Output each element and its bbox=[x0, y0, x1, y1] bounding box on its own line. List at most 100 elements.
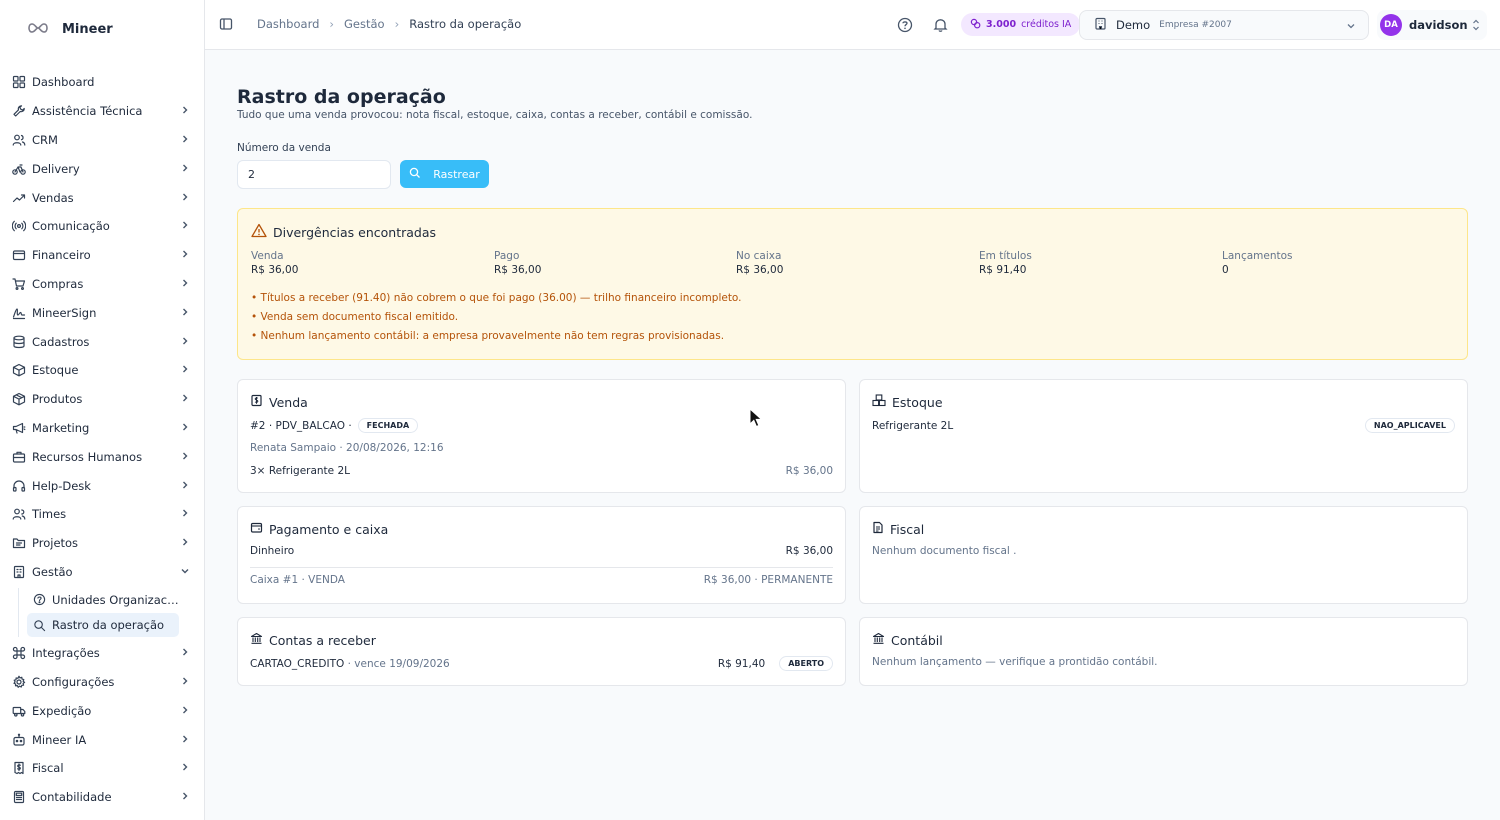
sidebar-item-label: Dashboard bbox=[32, 75, 95, 90]
sidebar-item-delivery[interactable]: Delivery bbox=[0, 154, 204, 183]
sidebar-item-dashboard[interactable]: Dashboard bbox=[0, 68, 204, 97]
brand-name: Mineer bbox=[62, 22, 113, 37]
receivable-row: CARTAO_CREDITO · vence 19/09/2026 R$ 91,… bbox=[250, 656, 833, 671]
sidebar-item-label: Times bbox=[32, 507, 67, 522]
accounting-text: Nenhum lançamento — verifique a prontidã… bbox=[872, 656, 1158, 668]
brand[interactable]: Mineer bbox=[26, 22, 113, 37]
card-pagamento: Pagamento e caixa Dinheiro R$ 36,00 Caix… bbox=[237, 506, 846, 604]
track-button[interactable]: Rastrear bbox=[400, 160, 489, 188]
breadcrumb-current: Rastro da operação bbox=[409, 17, 522, 31]
chevron-right-icon bbox=[180, 306, 190, 320]
chevron-right-icon bbox=[180, 335, 190, 349]
sidebar-item-mineersign[interactable]: MineerSign bbox=[0, 298, 204, 327]
company-selector[interactable]: Demo Empresa #2007 bbox=[1079, 10, 1369, 40]
sidebar-item-fiscal[interactable]: Fiscal bbox=[0, 754, 204, 783]
sidebar-item-financeiro[interactable]: Financeiro bbox=[0, 241, 204, 270]
wallet-icon bbox=[12, 248, 26, 262]
card-title-text: Estoque bbox=[892, 394, 943, 410]
bell-icon[interactable] bbox=[933, 17, 948, 36]
command-icon bbox=[12, 646, 26, 660]
sidebar-item-times[interactable]: Times bbox=[0, 500, 204, 529]
sidebar-toggle-icon[interactable] bbox=[219, 17, 233, 34]
chevron-right-icon bbox=[180, 536, 190, 550]
sale-item-value: R$ 36,00 bbox=[785, 465, 833, 477]
sidebar-item-mineer-ia[interactable]: Mineer IA bbox=[0, 725, 204, 754]
sidebar-nav: Dashboard Assistência Técnica CRM Delivery V… bbox=[0, 68, 204, 812]
sidebar-subitem-unidades-organizaci[interactable]: Unidades Organizaci... bbox=[27, 588, 179, 612]
box-icon bbox=[12, 392, 26, 406]
sidebar-item-contabilidade[interactable]: Contabilidade bbox=[0, 783, 204, 812]
truck-icon bbox=[12, 704, 26, 718]
sidebar-item-cadastros[interactable]: Cadastros bbox=[0, 327, 204, 356]
sidebar-item-compras[interactable]: Compras bbox=[0, 270, 204, 299]
sale-number-label: Número da venda bbox=[237, 142, 331, 154]
chevron-right-icon bbox=[180, 392, 190, 406]
chevron-right-icon bbox=[180, 162, 190, 176]
folder-icon bbox=[12, 536, 26, 550]
sidebar-item-crm[interactable]: CRM bbox=[0, 126, 204, 155]
chevron-right-icon bbox=[180, 646, 190, 660]
sidebar-item-gestao[interactable]: Gestão bbox=[0, 558, 204, 587]
card-title-text: Fiscal bbox=[890, 521, 925, 537]
sidebar-item-label: Configurações bbox=[32, 675, 115, 690]
breadcrumb-dashboard[interactable]: Dashboard bbox=[257, 17, 319, 31]
bot-icon bbox=[12, 733, 26, 747]
cash-row: Caixa #1 · VENDA R$ 36,00 · PERMANENTE bbox=[250, 574, 833, 586]
sidebar-item-configuracoes[interactable]: Configurações bbox=[0, 668, 204, 697]
sidebar-item-label: Fiscal bbox=[32, 761, 64, 776]
chevron-right-icon bbox=[180, 733, 190, 747]
ai-credits-badge[interactable]: 3.000 créditos IA bbox=[961, 13, 1081, 36]
sidebar-item-produtos[interactable]: Produtos bbox=[0, 385, 204, 414]
sidebar-item-label: CRM bbox=[32, 132, 58, 147]
sidebar: Mineer Dashboard Assistência Técnica CRM De… bbox=[0, 0, 205, 820]
trending-up-icon bbox=[12, 191, 26, 205]
sidebar-item-label: Vendas bbox=[32, 190, 74, 205]
briefcase-icon bbox=[12, 450, 26, 464]
card-estoque: Estoque Refrigerante 2L NAO_APLICAVEL bbox=[859, 379, 1468, 493]
mouse-cursor-icon bbox=[749, 407, 763, 431]
building-icon bbox=[1094, 17, 1107, 33]
card-title: Estoque bbox=[872, 394, 943, 410]
chevron-right-icon bbox=[180, 790, 190, 804]
cash-ref: Caixa #1 · VENDA bbox=[250, 574, 345, 586]
chevron-right-icon bbox=[180, 450, 190, 464]
status-badge: ABERTO bbox=[779, 656, 833, 671]
sidebar-item-expedicao[interactable]: Expedição bbox=[0, 696, 204, 725]
sidebar-item-comunicacao[interactable]: Comunicação bbox=[0, 212, 204, 241]
sidebar-item-label: Projetos bbox=[32, 536, 79, 551]
card-title: Contábil bbox=[872, 632, 943, 648]
sidebar-item-label: Financeiro bbox=[32, 248, 91, 263]
sidebar-item-label: Expedição bbox=[32, 703, 92, 718]
gear-icon bbox=[12, 675, 26, 689]
sidebar-item-help-desk[interactable]: Help-Desk bbox=[0, 471, 204, 500]
metric-label: Lançamentos bbox=[1222, 250, 1293, 262]
sidebar-item-recursos-humanos[interactable]: Recursos Humanos bbox=[0, 442, 204, 471]
chevron-right-icon bbox=[180, 421, 190, 435]
sidebar-item-projetos[interactable]: Projetos bbox=[0, 529, 204, 558]
sidebar-item-marketing[interactable]: Marketing bbox=[0, 414, 204, 443]
boxes-icon bbox=[872, 394, 886, 410]
sidebar-item-vendas[interactable]: Vendas bbox=[0, 183, 204, 212]
topbar: Dashboard › Gestão › Rastro da operação … bbox=[205, 0, 1500, 50]
file-text-icon bbox=[872, 521, 884, 537]
sidebar-item-assistencia-tecnica[interactable]: Assistência Técnica bbox=[0, 97, 204, 126]
user-menu[interactable]: DA davidson bbox=[1377, 10, 1487, 40]
sidebar-item-estoque[interactable]: Estoque bbox=[0, 356, 204, 385]
wallet-icon bbox=[250, 521, 263, 537]
chevron-right-icon bbox=[180, 363, 190, 377]
receivable-due: · vence 19/09/2026 bbox=[347, 657, 450, 670]
signature-icon bbox=[12, 306, 26, 320]
sidebar-subitem-rastro-da-operacao[interactable]: Rastro da operação bbox=[27, 613, 179, 638]
sidebar-item-label: Compras bbox=[32, 276, 84, 291]
sale-number-input[interactable] bbox=[237, 160, 391, 189]
track-button-label: Rastrear bbox=[433, 167, 480, 181]
building-icon bbox=[12, 565, 26, 579]
breadcrumb-gestao[interactable]: Gestão bbox=[344, 17, 385, 31]
card-fiscal: Fiscal Nenhum documento fiscal . bbox=[859, 506, 1468, 604]
sidebar-item-integracoes[interactable]: Integrações bbox=[0, 639, 204, 668]
team-icon bbox=[12, 507, 26, 521]
stock-item: Refrigerante 2L bbox=[872, 419, 954, 432]
help-icon[interactable] bbox=[897, 17, 913, 36]
metric-no-caixa: No caixa R$ 36,00 bbox=[736, 250, 783, 276]
chevron-right-icon bbox=[180, 479, 190, 493]
